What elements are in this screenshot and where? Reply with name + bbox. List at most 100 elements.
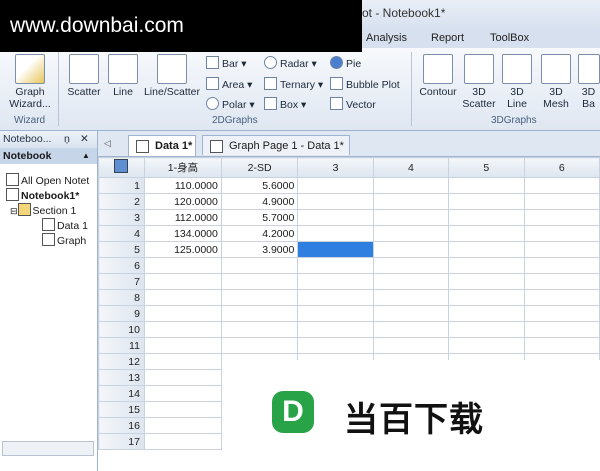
cell[interactable] [297,337,374,354]
cell[interactable] [220,257,299,274]
select-all-corner[interactable] [98,157,145,178]
cell[interactable] [143,433,222,450]
cell[interactable]: 125.0000 [143,241,222,258]
cell[interactable] [143,257,222,274]
radar-button[interactable]: Radar ▾ [264,56,317,70]
cell[interactable] [448,337,525,354]
tree-all-open[interactable]: All Open Notet [6,173,89,187]
vector-button[interactable]: Vector [330,97,376,111]
cell[interactable] [448,177,525,194]
row-header[interactable]: 10 [98,321,145,338]
cell[interactable] [448,305,525,322]
cell[interactable] [372,209,450,226]
tree-graph[interactable]: Graph [42,233,86,247]
cell[interactable] [523,289,600,306]
row-header[interactable]: 5 [98,241,145,258]
scatter-button[interactable]: Scatter [64,54,104,98]
row-header[interactable]: 9 [98,305,145,322]
cell[interactable] [523,273,600,290]
cell[interactable] [523,225,600,242]
menu-analysis[interactable]: Analysis [366,32,407,44]
cell[interactable] [372,273,450,290]
cell[interactable] [297,305,374,322]
cell[interactable] [372,225,450,242]
3d-bar-button[interactable]: 3D Ba [577,54,600,110]
cell[interactable] [297,289,374,306]
column-header[interactable]: 4 [372,157,450,178]
row-header[interactable]: 11 [98,337,145,354]
tab-graph-page-1[interactable]: Graph Page 1 - Data 1* [202,135,350,155]
cell[interactable] [220,305,299,322]
cell[interactable] [220,337,299,354]
cell[interactable]: 134.0000 [143,225,222,242]
cell[interactable] [448,321,525,338]
bar-button[interactable]: Bar ▾ [206,56,247,70]
cell[interactable] [523,193,600,210]
close-icon[interactable]: ✕ [80,131,89,148]
cell[interactable] [143,417,222,434]
row-header[interactable]: 16 [98,417,145,434]
cell[interactable] [448,241,525,258]
cell[interactable] [448,257,525,274]
cell[interactable] [523,257,600,274]
collapse-icon[interactable]: ▲ [82,148,90,164]
line-scatter-button[interactable]: Line/Scatter [142,54,202,98]
cell[interactable]: 3.9000 [220,241,299,258]
cell[interactable] [523,241,600,258]
cell[interactable] [372,289,450,306]
cell[interactable] [523,321,600,338]
row-header[interactable]: 1 [98,177,145,194]
tree-notebook1[interactable]: Notebook1* [6,188,79,202]
cell[interactable] [143,385,222,402]
cell[interactable] [297,257,374,274]
row-header[interactable]: 13 [98,369,145,386]
cell[interactable] [143,353,222,370]
row-header[interactable]: 7 [98,273,145,290]
cell[interactable] [297,209,374,226]
cell[interactable] [297,177,374,194]
column-header[interactable]: 2-SD [220,157,299,178]
cell[interactable] [372,337,450,354]
tree-data-1[interactable]: Data 1 [42,218,88,232]
cell[interactable] [143,401,222,418]
cell[interactable] [372,193,450,210]
cell[interactable] [143,337,222,354]
row-header[interactable]: 6 [98,257,145,274]
cell[interactable]: 5.7000 [220,209,299,226]
cell[interactable] [220,289,299,306]
3d-mesh-button[interactable]: 3D Mesh [537,54,575,110]
cell[interactable]: 110.0000 [143,177,222,194]
column-header[interactable]: 1-身高 [143,157,222,178]
row-header[interactable]: 4 [98,225,145,242]
3d-line-button[interactable]: 3D Line [499,54,535,110]
row-header[interactable]: 14 [98,385,145,402]
cell[interactable] [297,273,374,290]
box-button[interactable]: Box ▾ [264,97,306,111]
bubble-plot-button[interactable]: Bubble Plot [330,77,400,91]
row-header[interactable]: 8 [98,289,145,306]
cell[interactable] [448,273,525,290]
tree-section-1[interactable]: ⊟ Section 1 [10,203,76,217]
line-button[interactable]: Line [106,54,140,98]
3d-scatter-button[interactable]: 3D Scatter [461,54,497,110]
selected-cell[interactable] [297,241,374,258]
cell[interactable]: 120.0000 [143,193,222,210]
cell[interactable] [372,305,450,322]
pie-button[interactable]: Pie [330,56,361,70]
polar-button[interactable]: Polar ▾ [206,97,255,111]
cell[interactable]: 4.9000 [220,193,299,210]
tab-scroll-left-icon[interactable]: ◁ [104,138,111,149]
column-header[interactable]: 5 [448,157,525,178]
cell[interactable] [523,337,600,354]
collapse-icon[interactable]: ⊟ [10,206,18,216]
cell[interactable] [372,257,450,274]
cell[interactable] [297,225,374,242]
cell[interactable] [448,225,525,242]
cell[interactable] [523,177,600,194]
row-header[interactable]: 2 [98,193,145,210]
cell[interactable] [523,305,600,322]
ternary-button[interactable]: Ternary ▾ [264,77,323,91]
pin-icon[interactable]: ņ [64,131,70,148]
cell[interactable] [143,369,222,386]
cell[interactable] [523,209,600,226]
